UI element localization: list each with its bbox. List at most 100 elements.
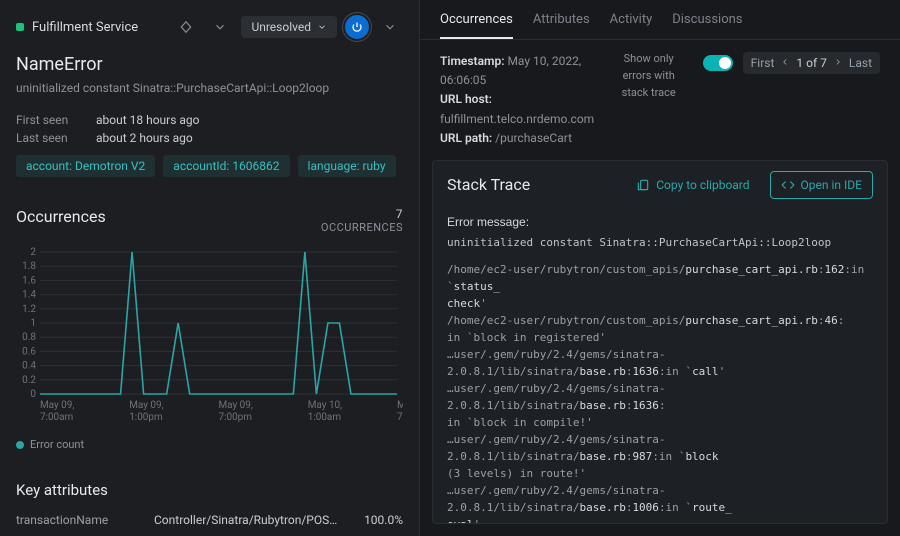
stack-trace-body[interactable]: Error message: uninitialized constant Si…: [433, 209, 887, 523]
tab-discussions[interactable]: Discussions: [672, 0, 742, 39]
url-host-value: fulfillment.telco.nrdemo.com: [440, 112, 594, 126]
tag[interactable]: language: ruby: [298, 155, 396, 177]
key-attribute-row[interactable]: transactionName Controller/Sinatra/Rubyt…: [0, 507, 419, 536]
toggle-label-line: stack trace: [622, 86, 676, 99]
service-name: Fulfillment Service: [32, 20, 138, 35]
clipboard-icon: [636, 178, 650, 192]
copy-to-clipboard-button[interactable]: Copy to clipboard: [626, 172, 759, 198]
timestamp-label: Timestamp:: [440, 54, 504, 68]
pager-last[interactable]: Last: [849, 56, 872, 70]
svg-text:1.6: 1.6: [22, 275, 36, 286]
svg-text:7:00am: 7:00am: [397, 412, 403, 423]
error-message-label: Error message:: [447, 213, 873, 232]
open-in-ide-button[interactable]: Open in IDE: [770, 171, 873, 199]
service-header: Fulfillment Service Unresolved: [0, 0, 419, 46]
chevron-down-icon[interactable]: [377, 14, 403, 40]
detail-tabs: Occurrences Attributes Activity Discussi…: [420, 0, 900, 40]
svg-text:1:00pm: 1:00pm: [129, 412, 163, 423]
occurrences-count-block: 7 OCCURRENCES: [321, 207, 403, 234]
left-panel: Fulfillment Service Unresolved NameError…: [0, 0, 420, 536]
stack-trace-line: …user/.gem/ruby/2.4/gems/sinatra-2.0.8.1…: [447, 431, 873, 465]
key-attribute-name: transactionName: [16, 513, 146, 527]
stack-trace-line: /home/ec2-user/rubytron/custom_apis/purc…: [447, 261, 873, 295]
occurrence-meta-bar: Timestamp: May 10, 2022, 06:06:05 URL ho…: [420, 40, 900, 160]
pager-first[interactable]: First: [751, 56, 775, 70]
svg-text:May 09,: May 09,: [129, 400, 163, 411]
stack-trace-line: …user/.gem/ruby/2.4/gems/sinatra-2.0.8.1…: [447, 380, 873, 414]
power-icon[interactable]: [345, 15, 369, 39]
stack-trace-line: /home/ec2-user/rubytron/custom_apis/purc…: [447, 312, 873, 329]
seen-block: First seen about 18 hours ago Last seen …: [0, 105, 419, 155]
svg-text:7:00pm: 7:00pm: [218, 412, 252, 423]
svg-text:0.2: 0.2: [22, 375, 36, 386]
toggle-label-line: Show only: [624, 52, 674, 65]
stack-trace-toggle[interactable]: [703, 55, 733, 71]
key-attributes-title: Key attributes: [0, 465, 419, 507]
status-dropdown-label: Unresolved: [251, 20, 311, 34]
svg-text:1: 1: [30, 318, 36, 329]
pager-prev-icon[interactable]: [780, 56, 790, 70]
svg-text:May 09,: May 09,: [218, 400, 252, 411]
svg-text:1:00am: 1:00am: [308, 412, 342, 423]
status-indicator: [16, 23, 24, 31]
tag[interactable]: accountId: 1606862: [163, 155, 289, 177]
svg-text:0.8: 0.8: [22, 332, 36, 343]
occurrence-pager: First 1 of 7 Last: [743, 52, 880, 74]
stack-trace-line: (3 levels) in route!': [447, 465, 873, 482]
right-panel: Occurrences Attributes Activity Discussi…: [420, 0, 900, 536]
occurrence-meta: Timestamp: May 10, 2022, 06:06:05 URL ho…: [440, 52, 595, 148]
tab-attributes[interactable]: Attributes: [533, 0, 590, 39]
first-seen-label: First seen: [16, 113, 76, 127]
legend-dot: [16, 441, 24, 449]
svg-text:2: 2: [30, 247, 36, 258]
occurrences-chart[interactable]: 00.20.40.60.811.21.41.61.82May 09,7:00am…: [0, 238, 419, 434]
first-seen-value: about 18 hours ago: [96, 113, 200, 127]
error-title-block: NameError uninitialized constant Sinatra…: [0, 46, 419, 105]
error-message-summary: uninitialized constant Sinatra::Purchase…: [16, 81, 403, 95]
stack-trace-line: …user/.gem/ruby/2.4/gems/sinatra-2.0.8.1…: [447, 346, 873, 380]
code-icon: [781, 178, 795, 192]
occurrences-count: 7: [321, 207, 403, 221]
occurrences-count-label: OCCURRENCES: [321, 221, 403, 234]
stack-trace-title: Stack Trace: [447, 175, 616, 194]
error-message-text: uninitialized constant Sinatra::Purchase…: [447, 234, 873, 251]
url-path-value: /purchaseCart: [495, 131, 572, 145]
error-class: NameError: [16, 54, 403, 75]
chart-legend: Error count: [0, 434, 419, 465]
pager-position: 1 of 7: [796, 56, 826, 70]
status-dropdown[interactable]: Unresolved: [241, 16, 337, 38]
toggle-label-line: errors with: [623, 69, 675, 82]
copy-label: Copy to clipboard: [656, 178, 749, 192]
svg-text:1.8: 1.8: [22, 261, 36, 272]
chevron-down-icon[interactable]: [207, 14, 233, 40]
url-host-label: URL host:: [440, 92, 492, 106]
key-attribute-pct: 100.0%: [364, 513, 403, 527]
stack-trace-filter: Show only errors with stack trace: [609, 52, 689, 99]
occurrences-header: Occurrences 7 OCCURRENCES: [0, 191, 419, 238]
svg-text:1.2: 1.2: [22, 304, 36, 315]
stack-trace-line: in `block in registered': [447, 329, 873, 346]
tag[interactable]: account: Demotron V2: [16, 155, 155, 177]
tab-occurrences[interactable]: Occurrences: [440, 0, 513, 39]
last-seen-label: Last seen: [16, 131, 76, 145]
stack-trace-line: eval': [447, 516, 873, 523]
entity-picker-icon[interactable]: [173, 14, 199, 40]
key-attribute-value: Controller/Sinatra/Rubytron/POS…: [154, 513, 356, 527]
tab-activity[interactable]: Activity: [610, 0, 653, 39]
svg-text:0.4: 0.4: [22, 361, 36, 372]
stack-trace-line: …user/.gem/ruby/2.4/gems/sinatra-2.0.8.1…: [447, 482, 873, 516]
occurrences-title: Occurrences: [16, 207, 106, 226]
url-path-label: URL path:: [440, 131, 492, 145]
svg-text:7:00am: 7:00am: [40, 412, 74, 423]
tag-list: account: Demotron V2 accountId: 1606862 …: [0, 155, 419, 191]
svg-text:0: 0: [30, 389, 36, 400]
svg-text:May 10: May 10: [397, 400, 403, 411]
svg-text:May 10,: May 10,: [308, 400, 342, 411]
stack-trace-line: in `block in compile!': [447, 414, 873, 431]
svg-text:0.6: 0.6: [22, 346, 36, 357]
svg-text:May 09,: May 09,: [40, 400, 74, 411]
stack-trace-line: check': [447, 295, 873, 312]
last-seen-value: about 2 hours ago: [96, 131, 193, 145]
pager-next-icon[interactable]: [833, 56, 843, 70]
stack-trace-pane: Stack Trace Copy to clipboard Open in ID…: [432, 160, 888, 524]
